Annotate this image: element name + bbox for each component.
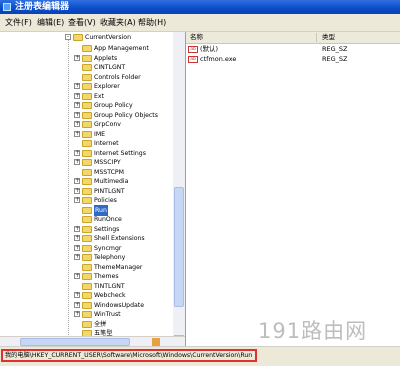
tree-node-currentversion[interactable]: - CurrentVersion <box>0 32 173 43</box>
scroll-marker-icon <box>152 338 160 346</box>
collapse-icon[interactable]: - <box>65 34 71 40</box>
status-path: 我的电脑\HKEY_CURRENT_USER\Software\Microsof… <box>1 349 257 362</box>
menu-edit[interactable]: 编辑(E) <box>35 14 66 31</box>
column-separator[interactable] <box>316 33 317 42</box>
string-value-icon: ab <box>188 46 198 53</box>
folder-icon <box>82 292 92 299</box>
expand-icon[interactable]: + <box>74 102 80 108</box>
watermark-text: 191路由网 <box>258 319 368 343</box>
folder-icon <box>82 111 92 119</box>
expand-icon[interactable]: + <box>74 149 80 156</box>
folder-icon <box>82 64 92 71</box>
menu-favorites[interactable]: 收藏夹(A) <box>98 14 138 31</box>
folder-icon <box>82 187 92 195</box>
folder-icon <box>82 168 92 176</box>
value-name: ctfmon.exe <box>200 55 237 63</box>
scroll-thumb[interactable] <box>174 187 184 307</box>
folder-icon <box>82 159 92 166</box>
folder-icon <box>82 92 92 100</box>
folder-icon <box>82 263 92 271</box>
folder-icon <box>82 73 92 81</box>
folder-icon <box>82 54 92 62</box>
folder-icon <box>82 282 92 290</box>
expand-icon[interactable]: + <box>74 235 80 241</box>
folder-open-icon <box>73 34 83 41</box>
folder-icon <box>82 178 92 185</box>
tree-vertical-scrollbar[interactable]: ▼ <box>173 32 185 346</box>
value-row[interactable]: ab ctfmon.exe REG_SZ <box>186 54 400 65</box>
expand-icon[interactable]: + <box>74 273 80 279</box>
folder-icon <box>82 121 92 128</box>
status-bar: 我的电脑\HKEY_CURRENT_USER\Software\Microsof… <box>0 346 400 366</box>
folder-icon <box>82 301 92 309</box>
expand-icon[interactable]: + <box>74 54 80 61</box>
horizontal-scroll-thumb[interactable] <box>20 338 130 346</box>
folder-icon <box>82 273 92 280</box>
folder-icon <box>82 216 92 223</box>
expand-icon[interactable]: + <box>74 178 80 184</box>
registry-editor-icon <box>3 3 11 11</box>
expand-icon[interactable]: + <box>74 254 80 260</box>
folder-icon <box>82 140 92 147</box>
expand-icon[interactable]: + <box>74 92 80 99</box>
expand-icon[interactable]: + <box>74 225 80 232</box>
folder-icon <box>82 206 92 214</box>
menu-file[interactable]: 文件(F) <box>3 14 34 31</box>
expand-icon[interactable]: + <box>74 121 80 127</box>
list-header: 名称 类型 <box>186 32 400 44</box>
expand-icon[interactable]: + <box>74 111 80 118</box>
expand-icon[interactable]: + <box>74 83 80 89</box>
expand-icon[interactable]: + <box>74 292 80 298</box>
expand-icon[interactable]: + <box>74 197 80 203</box>
menu-view[interactable]: 查看(V) <box>66 14 98 31</box>
key-tree-pane[interactable]: - CurrentVersion App Management + Applets C… <box>0 32 186 346</box>
menu-help[interactable]: 帮助(H) <box>136 14 168 31</box>
folder-icon <box>82 254 92 261</box>
folder-icon <box>82 149 92 157</box>
column-header-type[interactable]: 类型 <box>322 32 335 43</box>
values-list-pane[interactable]: 名称 类型 ab (默认) REG_SZ ab ctfmon.exe REG_S… <box>186 32 400 346</box>
expand-icon[interactable]: + <box>74 244 80 251</box>
folder-icon <box>82 244 92 252</box>
tree-node-label: CurrentVersion <box>85 34 131 41</box>
folder-icon <box>82 320 92 328</box>
column-header-name[interactable]: 名称 <box>190 32 203 43</box>
expand-icon[interactable]: + <box>74 311 80 317</box>
folder-icon <box>82 197 92 204</box>
expand-icon[interactable]: + <box>74 187 80 194</box>
folder-icon <box>82 311 92 318</box>
folder-icon <box>82 130 92 138</box>
value-type: REG_SZ <box>322 55 348 63</box>
expand-icon[interactable]: + <box>74 130 80 137</box>
string-value-icon: ab <box>188 56 198 63</box>
expand-icon[interactable]: + <box>74 159 80 165</box>
window-title: 注册表编辑器 <box>15 2 70 12</box>
key-tree: - CurrentVersion App Management + Applets C… <box>0 32 173 346</box>
folder-icon <box>82 235 92 242</box>
folder-icon <box>82 45 92 52</box>
folder-icon <box>82 83 92 90</box>
menu-bar: 文件(F) 编辑(E) 查看(V) 收藏夹(A) 帮助(H) <box>0 14 400 32</box>
expand-icon[interactable]: + <box>74 301 80 308</box>
title-bar: 注册表编辑器 <box>0 0 400 14</box>
folder-icon <box>82 225 92 233</box>
folder-icon <box>82 102 92 109</box>
